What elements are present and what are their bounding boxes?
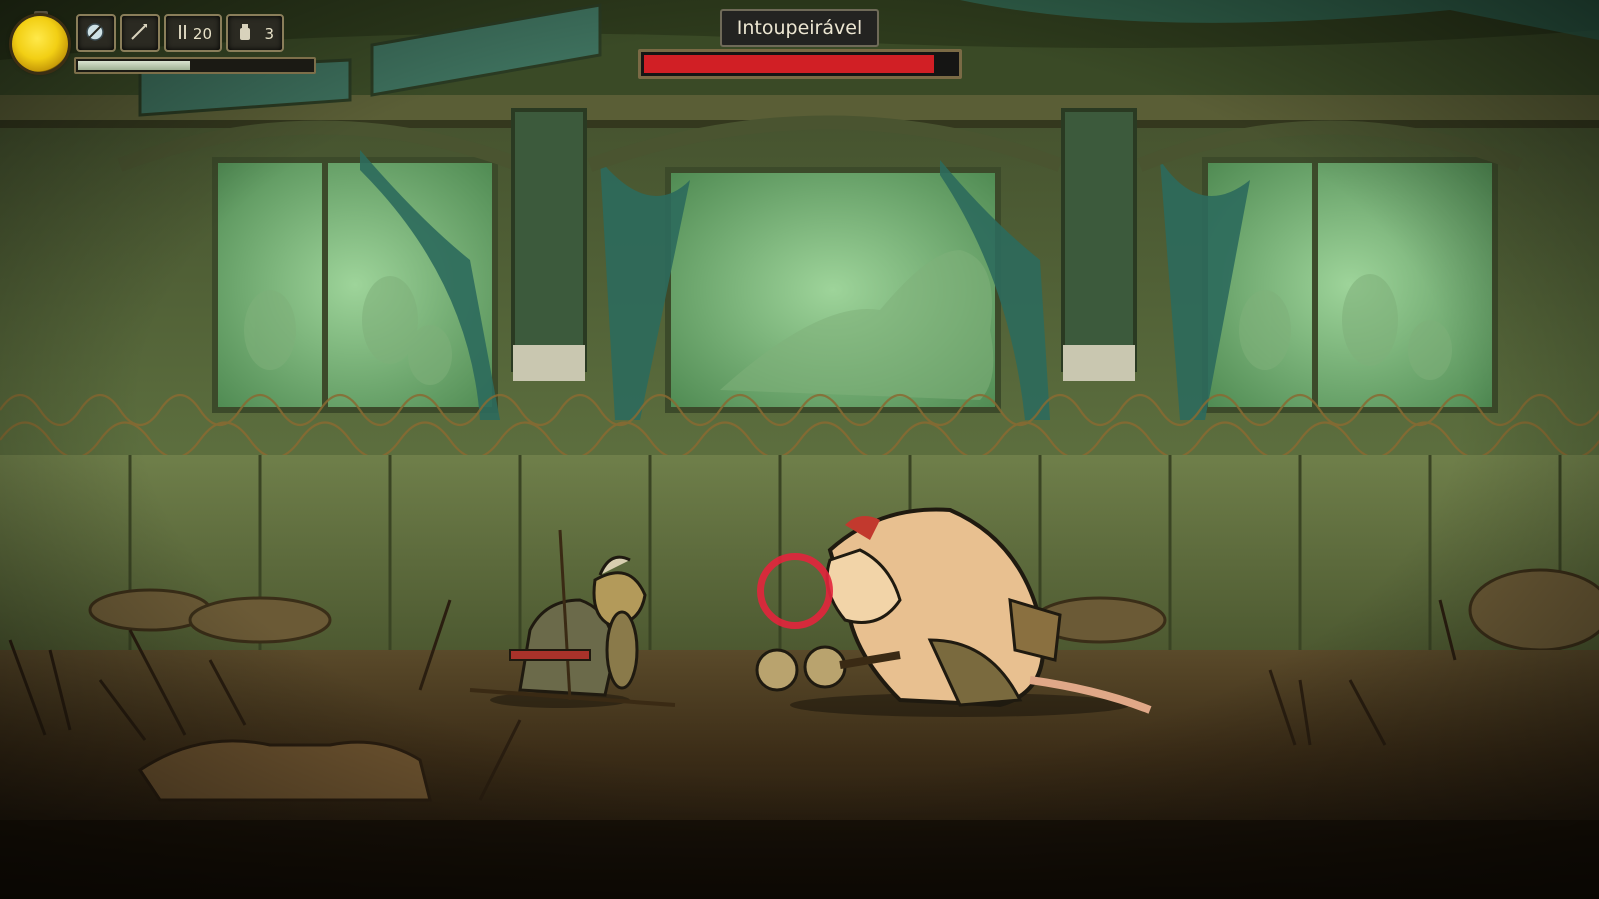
weapon-slot [76, 14, 116, 52]
boss-health-fill [644, 55, 934, 73]
potion-icon [240, 24, 250, 40]
player-health-fill [78, 61, 190, 70]
target-lock-marker [757, 553, 833, 629]
boss-name: Intoupeirável [720, 9, 879, 47]
tool-slot [120, 14, 160, 52]
potions-slot: 3 [226, 14, 284, 52]
player-health-bar [74, 57, 316, 74]
stamina-orb-icon [12, 16, 68, 72]
arrows-icon [179, 25, 186, 39]
arrows-slot: 20 [164, 14, 222, 52]
feather-blade-icon [86, 23, 104, 41]
arrows-count: 20 [192, 25, 212, 43]
boss-hud: Intoupeirável [638, 9, 962, 85]
player-hud: 20 3 [8, 10, 318, 80]
game-scene [0, 0, 1599, 899]
arena-background [0, 0, 1599, 899]
spear-icon [131, 24, 147, 40]
boss-health-bar [638, 49, 962, 79]
potions-count: 3 [264, 25, 274, 43]
